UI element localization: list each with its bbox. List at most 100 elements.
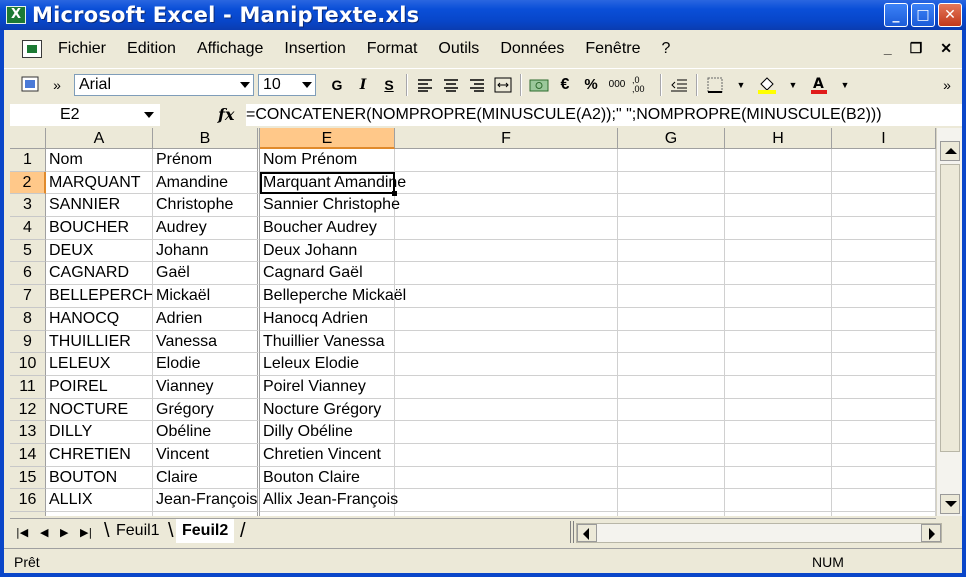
column-header-a[interactable]: A: [46, 128, 153, 149]
cell-g[interactable]: [618, 489, 725, 512]
chevron-down-icon[interactable]: [144, 112, 154, 118]
cell-e[interactable]: Sannier Christophe: [260, 194, 400, 218]
cell-a[interactable]: Nom: [46, 149, 153, 172]
column-header-i[interactable]: I: [832, 128, 936, 149]
cell-g[interactable]: [618, 353, 725, 376]
font-color-icon[interactable]: A: [808, 74, 830, 96]
cell-i[interactable]: [832, 375, 936, 399]
menu-edition[interactable]: Edition: [127, 40, 176, 58]
cell-h[interactable]: [725, 398, 832, 422]
cell-b[interactable]: Jean-François: [153, 489, 260, 512]
cell-a[interactable]: BELLEPERCHE: [46, 285, 153, 308]
font-size-dropdown[interactable]: 10: [258, 73, 316, 96]
toolbar-options-icon[interactable]: [20, 74, 42, 96]
thousands-separator-button[interactable]: 000: [606, 74, 628, 96]
excel-app-icon[interactable]: X: [6, 6, 26, 24]
cell-h[interactable]: [725, 330, 832, 354]
cell-a[interactable]: DEUX: [46, 239, 153, 263]
close-button[interactable]: ✕: [938, 3, 962, 27]
cell-a[interactable]: [46, 512, 153, 516]
cell-f[interactable]: [395, 443, 618, 467]
cell-b[interactable]: Christophe: [153, 194, 260, 218]
cell-b[interactable]: Vanessa: [153, 330, 260, 354]
cell-e[interactable]: Allix Jean-François: [260, 489, 398, 512]
align-center-icon[interactable]: [440, 74, 462, 96]
cell-f[interactable]: [395, 262, 618, 286]
cell-i[interactable]: [832, 217, 936, 240]
cell-g[interactable]: [618, 239, 725, 263]
cell-g[interactable]: [618, 149, 725, 172]
cell-g[interactable]: [618, 262, 725, 286]
cell-e[interactable]: Bouton Claire: [260, 466, 395, 490]
vertical-scroll-thumb[interactable]: [940, 164, 960, 452]
chevron-down-icon[interactable]: ▼: [730, 74, 752, 96]
cell-i[interactable]: [832, 149, 936, 172]
row-header[interactable]: 6: [10, 262, 46, 286]
horizontal-scrollbar[interactable]: [576, 523, 942, 543]
scroll-up-icon[interactable]: [940, 141, 960, 161]
row-header[interactable]: 1: [10, 149, 46, 172]
scroll-left-icon[interactable]: [577, 524, 597, 542]
cell-e[interactable]: Leleux Elodie: [260, 353, 395, 376]
cell-f[interactable]: [395, 466, 618, 490]
cell-h[interactable]: [725, 421, 832, 444]
cell-h[interactable]: [725, 171, 832, 195]
cell-b[interactable]: Gaël: [153, 262, 260, 286]
cell-g[interactable]: [618, 307, 725, 331]
cell-a[interactable]: HANOCQ: [46, 307, 153, 331]
decrease-indent-icon[interactable]: [668, 74, 690, 96]
fill-color-icon[interactable]: [756, 74, 778, 96]
cell-f[interactable]: [395, 239, 618, 263]
toolbar-overflow-icon[interactable]: »: [46, 74, 68, 96]
menu-help[interactable]: ?: [662, 40, 671, 58]
select-all-button[interactable]: [10, 128, 46, 149]
cell-i[interactable]: [832, 307, 936, 331]
cell-a[interactable]: BOUTON: [46, 466, 153, 490]
maximize-button[interactable]: □: [911, 3, 935, 27]
cell-a[interactable]: NOCTURE: [46, 398, 153, 422]
cell-a[interactable]: DILLY: [46, 421, 153, 444]
cell-h[interactable]: [725, 466, 832, 490]
cell-e[interactable]: Marquant Amandine: [260, 171, 406, 197]
cell-e[interactable]: Nocture Grégory: [260, 398, 395, 422]
cell-g[interactable]: [618, 375, 725, 399]
minimize-button[interactable]: _: [884, 3, 908, 27]
cell-h[interactable]: [725, 217, 832, 240]
cell-i[interactable]: [832, 171, 936, 195]
cell-b[interactable]: Amandine: [153, 171, 260, 195]
cell-e[interactable]: Poirel Vianney: [260, 375, 395, 399]
cell-f[interactable]: [395, 398, 618, 422]
cell-e[interactable]: Boucher Audrey: [260, 217, 395, 240]
font-name-dropdown[interactable]: Arial: [74, 73, 254, 96]
cell-b[interactable]: Adrien: [153, 307, 260, 331]
cell-e[interactable]: Nom Prénom: [260, 149, 395, 172]
toolbar-overflow-icon[interactable]: »: [936, 74, 958, 96]
menu-format[interactable]: Format: [367, 40, 418, 58]
cell-a[interactable]: LELEUX: [46, 353, 153, 376]
cell-i[interactable]: [832, 285, 936, 308]
menu-fichier[interactable]: Fichier: [58, 40, 106, 58]
column-header-f[interactable]: F: [395, 128, 618, 149]
scroll-down-icon[interactable]: [940, 494, 960, 514]
cell-h[interactable]: [725, 307, 832, 331]
formula-input[interactable]: =CONCATENER(NOMPROPRE(MINUSCULE(A2));" "…: [246, 104, 962, 126]
cell-f[interactable]: [395, 149, 618, 172]
cell-i[interactable]: [832, 512, 936, 516]
cell-g[interactable]: [618, 421, 725, 444]
bold-button[interactable]: G: [326, 74, 348, 96]
cell-e[interactable]: Cagnard Gaël: [260, 262, 395, 286]
cell-b[interactable]: Prénom: [153, 149, 260, 172]
cell-i[interactable]: [832, 239, 936, 263]
cell-g[interactable]: [618, 330, 725, 354]
cell-b[interactable]: Vincent: [153, 443, 260, 467]
cell-b[interactable]: Claire: [153, 466, 260, 490]
workbook-close-button[interactable]: ✕: [940, 40, 952, 57]
last-sheet-icon[interactable]: ▶|: [80, 526, 92, 539]
italic-button[interactable]: I: [352, 74, 374, 96]
cell-b[interactable]: Vianney: [153, 375, 260, 399]
cell-b[interactable]: Obéline: [153, 421, 260, 444]
name-box[interactable]: E2: [10, 104, 160, 126]
menu-fenetre[interactable]: Fenêtre: [585, 40, 640, 58]
cell-i[interactable]: [832, 489, 936, 512]
row-header[interactable]: 11: [10, 375, 46, 399]
